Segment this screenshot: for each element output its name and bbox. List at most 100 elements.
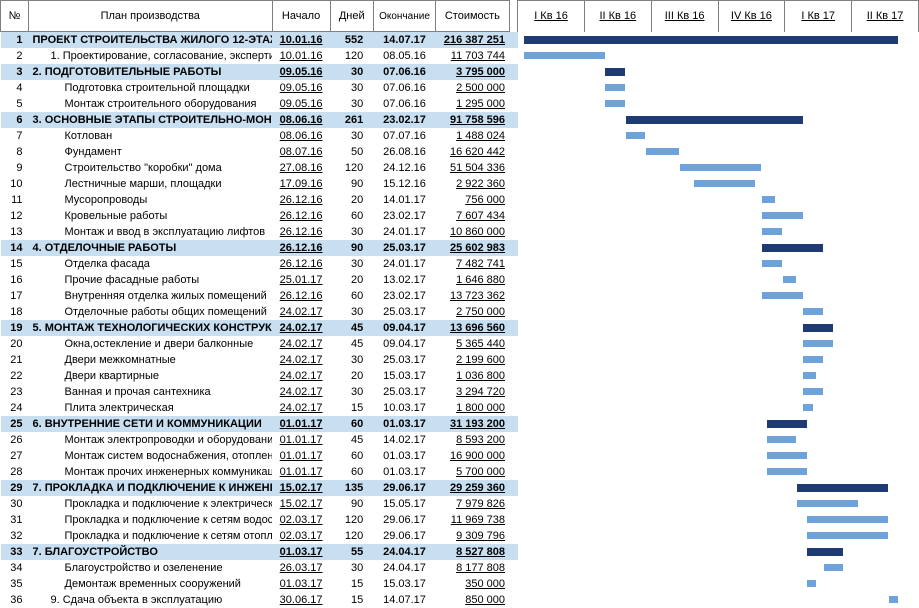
row-number: 12 <box>1 208 29 224</box>
duration-days: 135 <box>330 480 373 496</box>
gap <box>509 176 518 192</box>
task-name: 5. МОНТАЖ ТЕХНОЛОГИЧЕСКИХ КОНСТРУКЦИЙ <box>29 320 273 336</box>
task-name: Прокладка и подключение к электрическим … <box>29 496 273 512</box>
end-date: 14.01.17 <box>373 192 435 208</box>
gantt-bar <box>783 276 796 283</box>
cost: 350 000 <box>436 576 509 592</box>
start-date: 26.12.16 <box>272 192 330 208</box>
cost: 10 860 000 <box>436 224 509 240</box>
end-date: 10.03.17 <box>373 400 435 416</box>
gantt-cell <box>518 304 919 320</box>
start-date: 24.02.17 <box>272 320 330 336</box>
gantt-cell <box>518 496 919 512</box>
gantt-cell <box>518 32 919 49</box>
gap <box>509 576 518 592</box>
cost: 2 199 600 <box>436 352 509 368</box>
start-date: 01.01.17 <box>272 416 330 432</box>
cost: 13 696 560 <box>436 320 509 336</box>
gantt-cell <box>518 256 919 272</box>
gantt-bar <box>797 484 888 492</box>
gantt-cell <box>518 288 919 304</box>
duration-days: 30 <box>330 304 373 320</box>
cost: 1 488 024 <box>436 128 509 144</box>
gantt-bar <box>605 68 625 76</box>
row-number: 9 <box>1 160 29 176</box>
gantt-bar <box>680 164 761 171</box>
gantt-bar <box>767 452 807 459</box>
duration-days: 50 <box>330 144 373 160</box>
start-date: 25.01.17 <box>272 272 330 288</box>
gantt-cell <box>518 128 919 144</box>
gantt-bar <box>626 116 803 124</box>
end-date: 23.02.17 <box>373 112 435 128</box>
row-number: 6 <box>1 112 29 128</box>
start-date: 01.01.17 <box>272 464 330 480</box>
gap <box>509 448 518 464</box>
gantt-cell <box>518 272 919 288</box>
gap <box>509 96 518 112</box>
end-date: 25.03.17 <box>373 384 435 400</box>
cost: 850 000 <box>436 592 509 608</box>
cost: 8 527 808 <box>436 544 509 560</box>
gap <box>509 160 518 176</box>
gap <box>509 208 518 224</box>
table-row: 63. ОСНОВНЫЕ ЭТАПЫ СТРОИТЕЛЬНО-МОНТАЖНЫХ… <box>1 112 919 128</box>
duration-days: 30 <box>330 256 373 272</box>
gap <box>509 240 518 256</box>
gap <box>509 336 518 352</box>
row-number: 27 <box>1 448 29 464</box>
task-name: Прокладка и подключение к сетям отоплени… <box>29 528 273 544</box>
duration-days: 20 <box>330 192 373 208</box>
cost: 2 500 000 <box>436 80 509 96</box>
cost: 31 193 200 <box>436 416 509 432</box>
table-row: 8Фундамент08.07.165026.08.1616 620 442 <box>1 144 919 160</box>
row-number: 25 <box>1 416 29 432</box>
gap <box>509 192 518 208</box>
cost: 29 259 360 <box>436 480 509 496</box>
start-date: 01.03.17 <box>272 576 330 592</box>
task-name: Строительство "коробки" дома <box>29 160 273 176</box>
row-number: 18 <box>1 304 29 320</box>
duration-days: 120 <box>330 528 373 544</box>
gantt-bar <box>767 468 807 475</box>
row-number: 4 <box>1 80 29 96</box>
cost: 7 482 741 <box>436 256 509 272</box>
end-date: 14.02.17 <box>373 432 435 448</box>
start-date: 08.07.16 <box>272 144 330 160</box>
duration-days: 20 <box>330 368 373 384</box>
table-row: 28Монтаж прочих инженерных коммуникаций0… <box>1 464 919 480</box>
task-name: 6. ВНУТРЕННИЕ СЕТИ И КОММУНИКАЦИИ <box>29 416 273 432</box>
row-number: 3 <box>1 64 29 80</box>
table-row: 11Мусоропроводы26.12.162014.01.17756 000 <box>1 192 919 208</box>
cost: 9 309 796 <box>436 528 509 544</box>
gantt-cell <box>518 384 919 400</box>
production-plan-table: № План производства Начало Дней Окончани… <box>0 0 919 608</box>
end-date: 15.12.16 <box>373 176 435 192</box>
task-name: 7. БЛАГОУСТРОЙСТВО <box>29 544 273 560</box>
end-date: 07.06.16 <box>373 64 435 80</box>
end-date: 23.02.17 <box>373 208 435 224</box>
start-date: 09.05.16 <box>272 96 330 112</box>
duration-days: 30 <box>330 64 373 80</box>
duration-days: 60 <box>330 416 373 432</box>
table-row: 30Прокладка и подключение к электрически… <box>1 496 919 512</box>
start-date: 17.09.16 <box>272 176 330 192</box>
gap <box>509 112 518 128</box>
task-name: Монтаж и ввод в эксплуатацию лифтов <box>29 224 273 240</box>
gap <box>509 48 518 64</box>
gantt-cell <box>518 352 919 368</box>
gantt-bar <box>694 180 755 187</box>
gap <box>509 352 518 368</box>
gantt-cell <box>518 208 919 224</box>
col-days-header: Дней <box>330 1 373 32</box>
gantt-bar <box>803 356 823 363</box>
start-date: 26.12.16 <box>272 240 330 256</box>
col-q1-17: I Кв 17 <box>785 1 852 32</box>
end-date: 08.05.16 <box>373 48 435 64</box>
gap <box>509 128 518 144</box>
gantt-bar <box>524 36 899 44</box>
task-name: Кровельные работы <box>29 208 273 224</box>
table-row: 13Монтаж и ввод в эксплуатацию лифтов26.… <box>1 224 919 240</box>
cost: 16 620 442 <box>436 144 509 160</box>
gantt-bar <box>605 100 625 107</box>
